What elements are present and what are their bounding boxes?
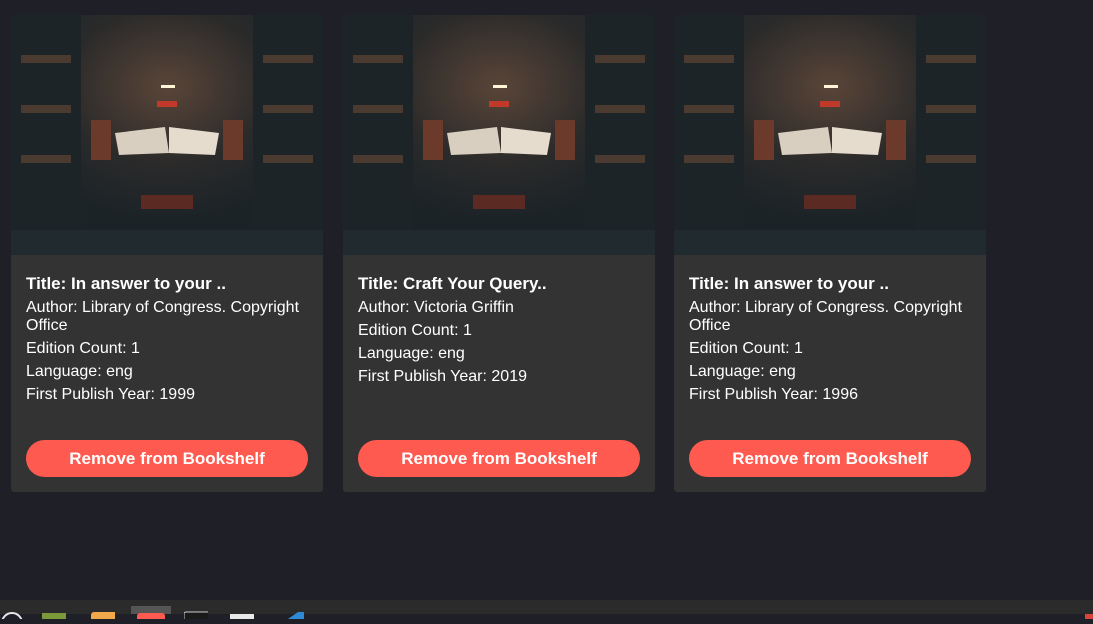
notification-icon[interactable]: [1085, 606, 1093, 619]
book-author: Author: Library of Congress. Copyright O…: [26, 299, 300, 334]
book-language: Language: eng: [26, 363, 133, 380]
book-details: Title: Craft Your Query.. Author: Victor…: [343, 255, 655, 386]
files-icon[interactable]: [91, 606, 119, 622]
book-cover-image: [674, 15, 986, 255]
app-menu-icon[interactable]: [0, 606, 24, 624]
remove-from-bookshelf-button[interactable]: Remove from Bookshelf: [358, 440, 640, 477]
remove-from-bookshelf-button[interactable]: Remove from Bookshelf: [26, 440, 308, 477]
browser-icon[interactable]: [131, 606, 171, 623]
book-card: Title: Craft Your Query.. Author: Victor…: [343, 15, 655, 492]
book-language: Language: eng: [689, 363, 796, 380]
book-language: Language: eng: [358, 345, 465, 362]
book-card: Title: In answer to your .. Author: Libr…: [11, 15, 323, 492]
book-edition-count: Edition Count: 1: [689, 340, 803, 357]
folder-icon[interactable]: [230, 606, 256, 622]
book-first-publish-year: First Publish Year: 1996: [689, 386, 858, 403]
book-card: Title: In answer to your .. Author: Libr…: [674, 15, 986, 492]
editor-icon[interactable]: [282, 606, 306, 619]
book-title: Title: In answer to your ..: [26, 274, 226, 293]
book-title: Title: In answer to your ..: [689, 274, 889, 293]
book-edition-count: Edition Count: 1: [358, 322, 472, 339]
terminal-icon[interactable]: [183, 606, 213, 623]
book-first-publish-year: First Publish Year: 2019: [358, 368, 527, 385]
book-first-publish-year: First Publish Year: 1999: [26, 386, 195, 403]
book-author: Author: Victoria Griffin: [358, 299, 514, 316]
book-title: Title: Craft Your Query..: [358, 274, 547, 293]
remove-from-bookshelf-button[interactable]: Remove from Bookshelf: [689, 440, 971, 477]
desktop-icon[interactable]: [42, 606, 72, 623]
book-cover-image: [343, 15, 655, 255]
book-cover-image: [11, 15, 323, 255]
book-edition-count: Edition Count: 1: [26, 340, 140, 357]
taskbar: [0, 600, 1093, 624]
book-details: Title: In answer to your .. Author: Libr…: [11, 255, 323, 404]
book-details: Title: In answer to your .. Author: Libr…: [674, 255, 986, 404]
book-author: Author: Library of Congress. Copyright O…: [689, 299, 963, 334]
